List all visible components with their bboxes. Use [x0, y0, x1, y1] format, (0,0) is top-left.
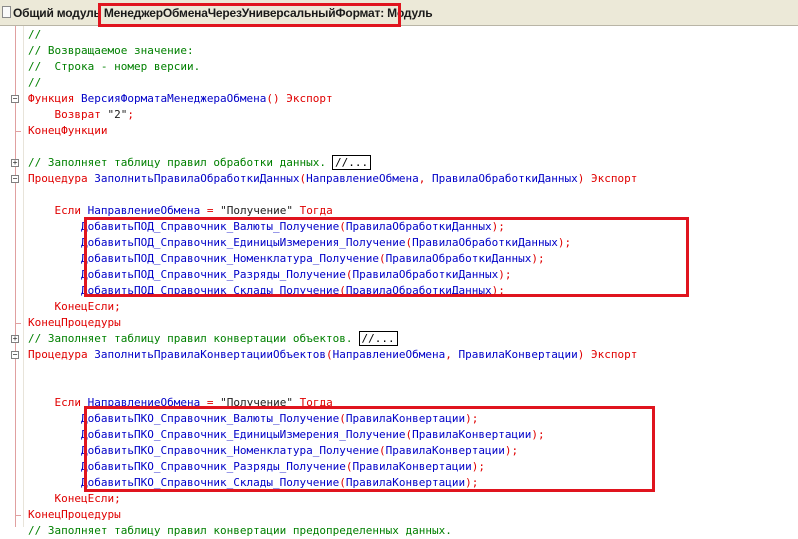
code-keyword: Процедура: [28, 172, 95, 185]
code-line[interactable]: //: [28, 27, 637, 43]
code-line[interactable]: [28, 187, 637, 203]
code-punctuation: (): [266, 92, 287, 105]
code-string: "Получение": [220, 204, 300, 217]
code-keyword: КонецПроцедуры: [28, 316, 121, 329]
code-punctuation: ;: [114, 492, 121, 505]
code-line[interactable]: // Строка - номер версии.: [28, 59, 637, 75]
code-keyword: КонецЕсли: [54, 300, 115, 313]
code-line[interactable]: КонецФункции: [28, 123, 637, 139]
code-identifier: ПравилаОбработкиДанных: [432, 172, 578, 185]
code-punctuation: ): [577, 172, 591, 185]
collapsed-comment-block[interactable]: //...: [332, 155, 372, 170]
code-keyword: Возврат: [54, 108, 108, 121]
code-punctuation: ;: [114, 300, 121, 313]
module-tab-bar: Общий модуль МенеджерОбменаЧерезУниверса…: [0, 0, 798, 27]
code-comment: //: [28, 28, 42, 41]
code-line[interactable]: Возврат "2";: [28, 107, 637, 123]
module-name-highlight: [98, 3, 401, 27]
code-comment: // Строка - номер версии.: [28, 60, 201, 73]
fold-collapse-icon[interactable]: −: [11, 175, 19, 183]
collapsed-comment-block[interactable]: //...: [358, 331, 398, 346]
fold-expand-icon[interactable]: +: [11, 335, 19, 343]
code-punctuation: ;: [127, 108, 134, 121]
code-string: "2": [107, 108, 128, 121]
code-line[interactable]: [28, 363, 637, 379]
code-identifier: НаправлениеОбмена: [306, 172, 419, 185]
code-line[interactable]: КонецЕсли;: [28, 299, 637, 315]
code-keyword: КонецЕсли: [54, 492, 115, 505]
code-keyword: Если: [54, 396, 88, 409]
code-comment: // Заполняет таблицу правил конвертации …: [28, 524, 452, 537]
code-comment: // Заполняет таблицу правил конвертации …: [28, 332, 353, 345]
fold-collapse-icon[interactable]: −: [11, 95, 19, 103]
gutter-separator: [23, 26, 24, 527]
code-line[interactable]: КонецПроцедуры: [28, 507, 637, 523]
code-punctuation: ): [577, 348, 591, 361]
code-identifier: НаправлениеОбмена: [332, 348, 446, 361]
code-keyword: Тогда: [299, 204, 333, 217]
code-line[interactable]: //: [28, 75, 637, 91]
code-identifier: ЗаполнитьПравилаКонвертацииОбъектов: [94, 348, 327, 361]
code-keyword: Экспорт: [590, 172, 638, 185]
code-line[interactable]: [28, 139, 637, 155]
fold-end-marker: [15, 515, 21, 516]
code-comment: // Заполняет таблицу правил обработки да…: [28, 156, 327, 169]
code-keyword: КонецПроцедуры: [28, 508, 121, 521]
code-identifier: ЗаполнитьПравилаОбработкиДанных: [94, 172, 300, 185]
code-keyword: КонецФункции: [28, 124, 108, 137]
conversion-rules-highlight: [84, 406, 655, 492]
code-punctuation: ,: [418, 172, 433, 185]
fold-end-marker: [15, 131, 21, 132]
code-identifier: ВерсияФорматаМенеджераОбмена: [80, 92, 267, 105]
code-line[interactable]: КонецЕсли;: [28, 491, 637, 507]
code-keyword: Экспорт: [286, 92, 333, 105]
module-file-icon: [2, 6, 11, 18]
code-punctuation: ,: [445, 348, 459, 361]
code-identifier: НаправлениеОбмена: [87, 204, 207, 217]
code-line[interactable]: // Возвращаемое значение:: [28, 43, 637, 59]
code-line[interactable]: // Заполняет таблицу правил конвертации …: [28, 331, 637, 347]
code-comment: // Возвращаемое значение:: [28, 44, 194, 57]
tab-prefix: Общий модуль: [13, 6, 101, 20]
fold-expand-icon[interactable]: +: [11, 159, 19, 167]
code-keyword: Процедура: [28, 348, 95, 361]
code-keyword: Экспорт: [590, 348, 638, 361]
data-processing-rules-highlight: [84, 217, 689, 297]
code-line[interactable]: КонецПроцедуры: [28, 315, 637, 331]
code-line[interactable]: [28, 379, 637, 395]
code-punctuation: (: [326, 348, 333, 361]
code-line[interactable]: Процедура ЗаполнитьПравилаКонвертацииОбъ…: [28, 347, 637, 363]
code-line[interactable]: // Заполняет таблицу правил обработки да…: [28, 155, 637, 171]
code-identifier: ПравилаКонвертации: [458, 348, 578, 361]
fold-collapse-icon[interactable]: −: [11, 351, 19, 359]
code-line[interactable]: // Заполняет таблицу правил конвертации …: [28, 523, 637, 539]
fold-end-marker: [15, 323, 21, 324]
code-punctuation: =: [206, 204, 221, 217]
code-line[interactable]: Процедура ЗаполнитьПравилаОбработкиДанны…: [28, 171, 637, 187]
code-keyword: Функция: [28, 92, 81, 105]
code-keyword: Если: [54, 204, 88, 217]
code-comment: //: [28, 76, 42, 89]
code-line[interactable]: Функция ВерсияФорматаМенеджераОбмена() Э…: [28, 91, 637, 107]
